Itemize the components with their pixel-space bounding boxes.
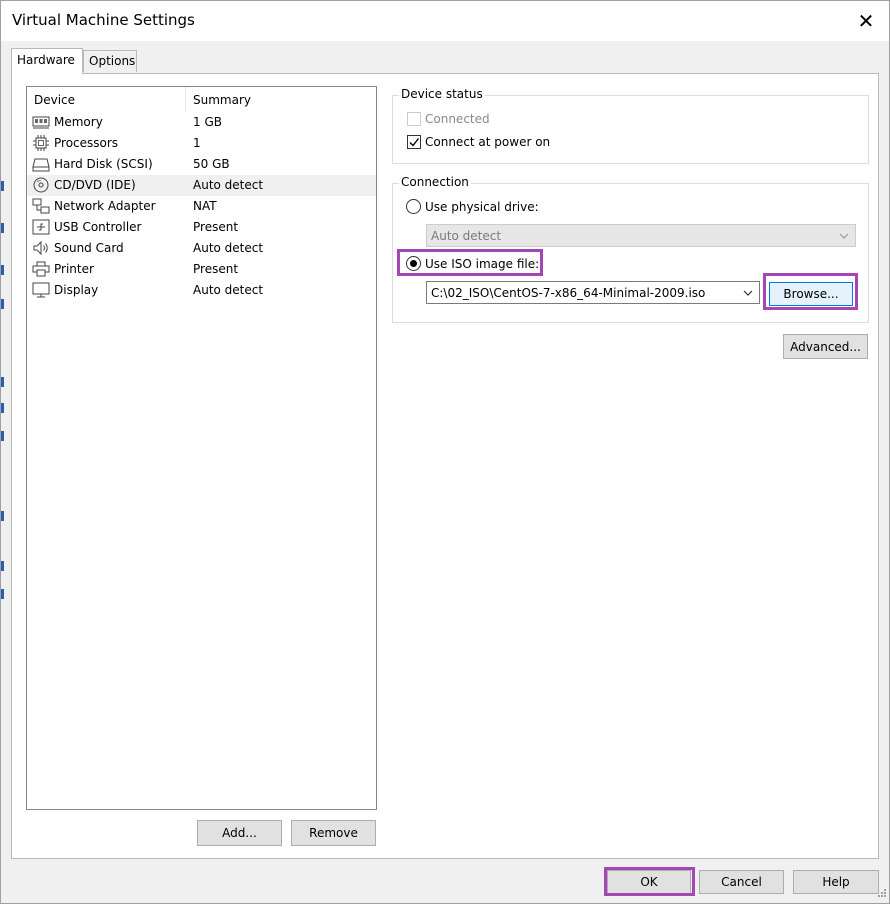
cancel-button[interactable]: Cancel (699, 870, 784, 894)
processor-icon (32, 135, 50, 151)
add-device-label: Add... (222, 826, 257, 840)
device-summary: 50 GB (193, 157, 230, 171)
iso-path-value: C:\02_ISO\CentOS-7-x86_64-Minimal-2009.i… (431, 286, 706, 300)
network-adapter-icon (32, 198, 50, 214)
tab-hardware-label: Hardware (17, 53, 75, 67)
usb-icon (32, 219, 50, 235)
checkmark-icon (409, 138, 420, 147)
ok-button[interactable]: OK (607, 870, 691, 894)
device-name: Network Adapter (54, 199, 156, 213)
physical-drive-value: Auto detect (431, 229, 502, 243)
browse-button[interactable]: Browse... (769, 282, 853, 306)
device-summary: 1 (193, 136, 201, 150)
cd-dvd-icon (32, 177, 50, 193)
browse-label: Browse... (783, 287, 839, 301)
column-header-summary[interactable]: Summary (193, 93, 251, 107)
close-button[interactable]: ✕ (843, 1, 889, 41)
device-summary: Auto detect (193, 241, 264, 255)
connected-checkbox[interactable] (407, 112, 421, 126)
add-device-button[interactable]: Add... (197, 820, 282, 846)
dialog-footer: OK Cancel Help (1, 859, 889, 903)
help-label: Help (822, 875, 850, 889)
use-iso-image-label: Use ISO image file: (425, 257, 540, 271)
cancel-label: Cancel (721, 875, 762, 889)
device-name: Processors (54, 136, 119, 150)
device-list-header: Device Summary (27, 87, 376, 111)
tab-options[interactable]: Options (83, 50, 137, 72)
connection-group: Connection Use physical drive: Auto dete… (392, 175, 869, 323)
remove-device-button[interactable]: Remove (291, 820, 376, 846)
chevron-down-icon (743, 287, 753, 301)
device-row-display[interactable]: Display Auto detect (27, 280, 376, 301)
ok-label: OK (640, 875, 658, 889)
connect-at-power-on-checkbox[interactable] (407, 135, 421, 149)
device-name: CD/DVD (IDE) (54, 178, 136, 192)
device-summary: 1 GB (193, 115, 222, 129)
device-row-processors[interactable]: Processors 1 (27, 133, 376, 154)
device-name: Sound Card (54, 241, 124, 255)
advanced-button[interactable]: Advanced... (783, 334, 868, 359)
use-iso-image-radio[interactable] (406, 256, 421, 271)
physical-drive-select[interactable]: Auto detect (426, 224, 856, 247)
speaker-icon (32, 240, 50, 256)
chevron-down-icon (839, 230, 849, 244)
device-row-printer[interactable]: Printer Present (27, 259, 376, 280)
monitor-icon (32, 282, 50, 298)
iso-path-combobox[interactable]: C:\02_ISO\CentOS-7-x86_64-Minimal-2009.i… (426, 281, 760, 304)
device-summary: Present (193, 262, 239, 276)
tab-options-label: Options (89, 54, 136, 68)
connect-at-power-on-label: Connect at power on (425, 135, 551, 149)
connection-legend: Connection (399, 175, 471, 189)
device-status-group: Device status Connected Connect at power… (392, 87, 869, 164)
device-name: Hard Disk (SCSI) (54, 157, 153, 171)
help-button[interactable]: Help (793, 870, 879, 894)
close-icon: ✕ (857, 9, 875, 33)
device-summary: Auto detect (193, 283, 264, 297)
tab-hardware[interactable]: Hardware (11, 48, 83, 74)
device-name: Display (54, 283, 99, 297)
device-status-legend: Device status (399, 87, 485, 101)
window-title: Virtual Machine Settings (12, 11, 195, 29)
device-name: USB Controller (54, 220, 142, 234)
virtual-machine-settings-dialog: Virtual Machine Settings ✕ Hardware Opti… (0, 0, 890, 904)
advanced-label: Advanced... (790, 339, 861, 354)
device-name: Printer (54, 262, 94, 276)
hardware-tab-panel: Device Summary Memory 1 GB Processors 1 (11, 73, 879, 859)
device-name: Memory (54, 115, 103, 129)
device-row-hard-disk[interactable]: Hard Disk (SCSI) 50 GB (27, 154, 376, 175)
hard-disk-icon (32, 156, 50, 172)
device-summary: NAT (193, 199, 217, 213)
device-list[interactable]: Device Summary Memory 1 GB Processors 1 (26, 86, 377, 810)
device-summary: Present (193, 220, 239, 234)
column-header-device[interactable]: Device (34, 93, 75, 107)
resize-grip-icon[interactable] (877, 887, 887, 901)
device-row-network-adapter[interactable]: Network Adapter NAT (27, 196, 376, 217)
memory-icon (32, 114, 50, 130)
title-bar: Virtual Machine Settings ✕ (1, 1, 889, 41)
use-physical-drive-label: Use physical drive: (425, 200, 539, 214)
device-row-memory[interactable]: Memory 1 GB (27, 112, 376, 133)
connected-label: Connected (425, 112, 490, 126)
radio-selected-dot (410, 260, 417, 267)
device-row-cd-dvd[interactable]: CD/DVD (IDE) Auto detect (27, 175, 376, 196)
remove-device-label: Remove (309, 826, 358, 840)
device-row-sound-card[interactable]: Sound Card Auto detect (27, 238, 376, 259)
use-physical-drive-radio[interactable] (406, 199, 421, 214)
device-row-usb-controller[interactable]: USB Controller Present (27, 217, 376, 238)
device-summary: Auto detect (193, 178, 264, 192)
background-window-edge (1, 41, 5, 701)
column-divider[interactable] (185, 87, 186, 111)
printer-icon (32, 261, 50, 277)
